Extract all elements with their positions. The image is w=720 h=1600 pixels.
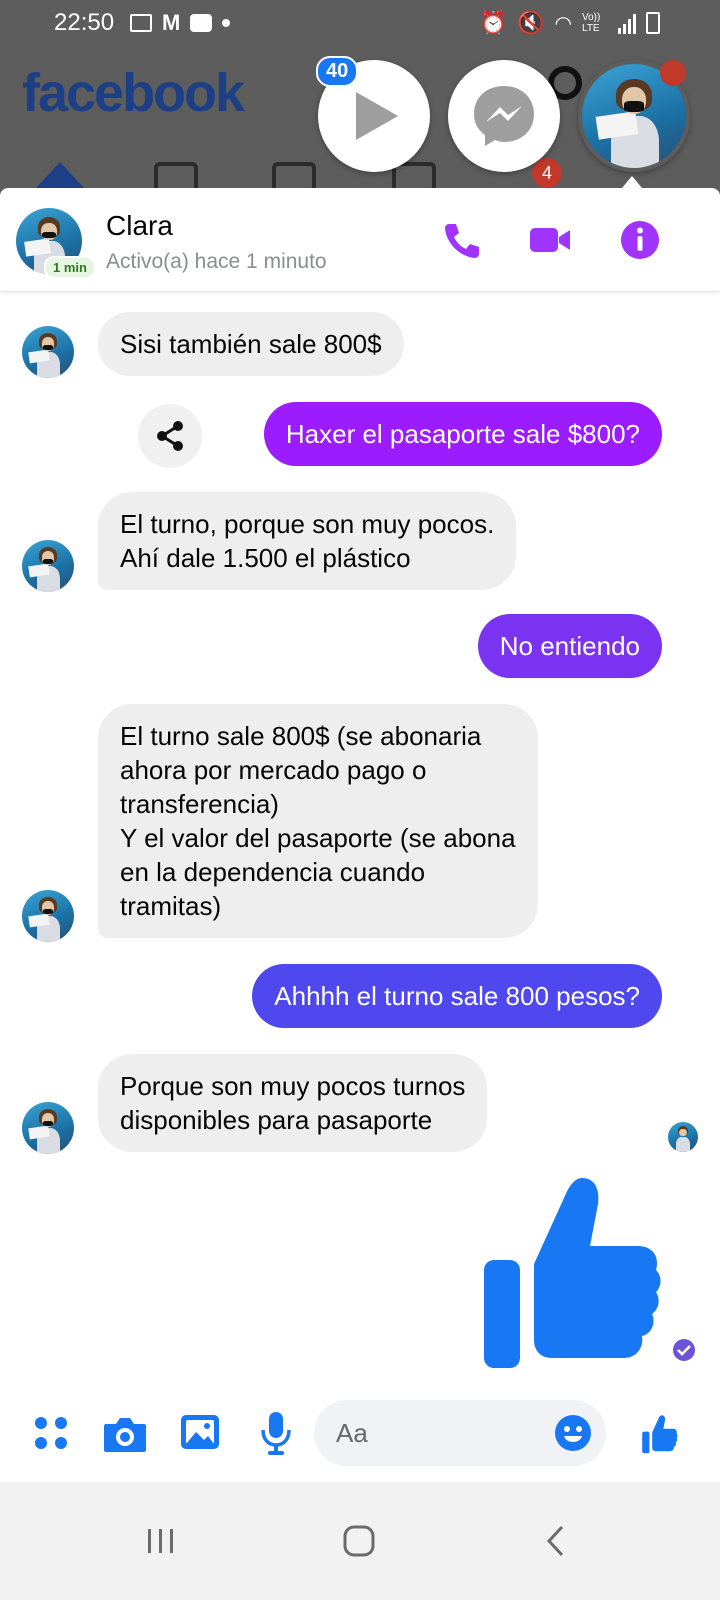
signal-icon xyxy=(618,12,636,34)
active-status: Activo(a) hace 1 minuto xyxy=(106,250,327,273)
wifi-icon: ◠ xyxy=(554,12,572,35)
emoji-icon[interactable] xyxy=(554,1414,592,1452)
message-outgoing[interactable]: No entiendo xyxy=(477,614,662,678)
play-icon xyxy=(356,92,398,140)
fb-home-tab-icon[interactable] xyxy=(36,162,84,188)
message-input-placeholder: Aa xyxy=(336,1418,368,1448)
read-receipt-avatar xyxy=(668,1122,698,1152)
chat-head-pointer xyxy=(622,176,642,188)
message-composer: Aa xyxy=(0,1388,720,1482)
message-outgoing[interactable]: Haxer el pasaporte sale $800? xyxy=(263,402,662,466)
status-time: 22:50 xyxy=(54,9,115,36)
message-input[interactable]: Aa xyxy=(314,1400,606,1466)
contact-name[interactable]: Clara xyxy=(106,210,173,242)
info-icon[interactable] xyxy=(618,218,662,262)
message-incoming[interactable]: El turno sale 800$ (se abonaria ahora po… xyxy=(98,704,538,938)
big-thumbs-up-icon[interactable] xyxy=(478,1172,668,1372)
clara-unread-badge xyxy=(660,60,686,86)
phone-call-icon[interactable] xyxy=(440,218,484,262)
message-outgoing[interactable]: Ahhhh el turno sale 800 pesos? xyxy=(252,964,662,1028)
camera-icon[interactable] xyxy=(102,1412,148,1456)
message-incoming[interactable]: El turno, porque son muy pocos. Ahí dale… xyxy=(98,492,517,590)
back-icon[interactable] xyxy=(544,1524,568,1558)
alarm-icon: ⏰ xyxy=(479,10,508,35)
status-bar: 22:50 M ⏰ 🔇 ◠ Vo)) LTE xyxy=(0,0,720,46)
message-incoming[interactable]: Sisi también sale 800$ xyxy=(98,312,404,376)
home-icon[interactable] xyxy=(342,1524,376,1558)
messenger-chat-head[interactable] xyxy=(448,60,560,172)
thumbs-up-send-icon[interactable] xyxy=(640,1414,680,1454)
gmail-notification-icon: M xyxy=(162,10,181,35)
sender-avatar[interactable] xyxy=(22,890,74,942)
delivered-check-icon xyxy=(673,1339,695,1361)
conversation-header: 1 min Clara Activo(a) hace 1 minuto xyxy=(0,188,720,292)
sender-avatar[interactable] xyxy=(22,1102,74,1154)
message-incoming[interactable]: Porque son muy pocos turnos disponibles … xyxy=(98,1054,488,1152)
active-time-badge: 1 min xyxy=(44,256,96,279)
sender-avatar[interactable] xyxy=(22,540,74,592)
chat-panel: 1 min Clara Activo(a) hace 1 minuto Sisi… xyxy=(0,188,720,1482)
more-notifications-icon xyxy=(222,19,231,27)
video-count-badge: 40 xyxy=(316,56,359,87)
system-navigation-bar xyxy=(0,1482,720,1600)
lte-indicator: Vo)) LTE xyxy=(582,12,601,34)
video-call-icon[interactable] xyxy=(528,218,572,262)
recent-apps-icon[interactable] xyxy=(146,1526,176,1556)
share-icon xyxy=(157,421,183,451)
gallery-icon[interactable] xyxy=(178,1410,222,1454)
sender-avatar[interactable] xyxy=(22,326,74,378)
battery-icon xyxy=(646,12,660,34)
message-notification-icon xyxy=(190,14,213,32)
microphone-icon[interactable] xyxy=(258,1410,294,1456)
facebook-logo: facebook xyxy=(22,63,245,123)
gallery-notification-icon xyxy=(130,14,152,32)
menu-grid-icon[interactable] xyxy=(30,1412,74,1456)
messenger-icon xyxy=(474,86,534,146)
share-button[interactable] xyxy=(138,404,202,468)
mute-icon: 🔇 xyxy=(517,10,545,35)
